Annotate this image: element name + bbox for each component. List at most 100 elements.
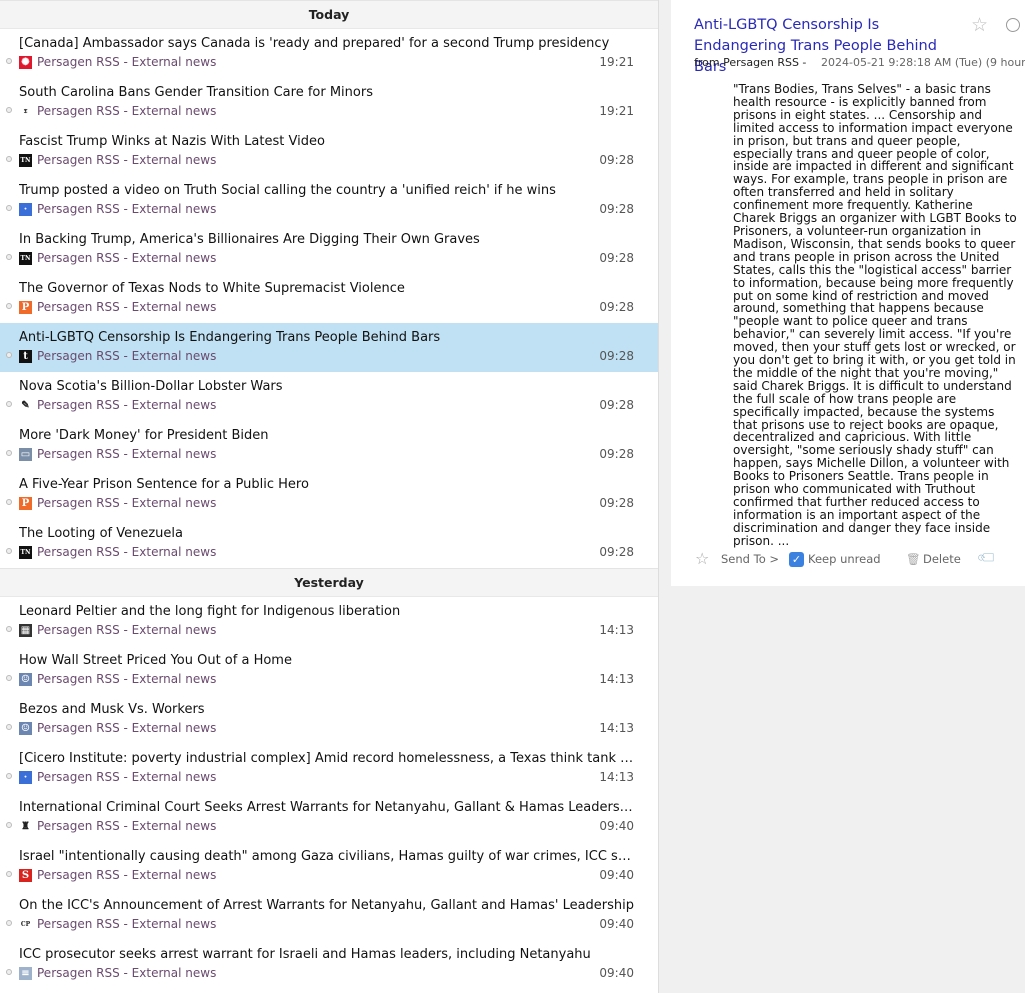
ttn-icon: ▦ <box>19 624 32 637</box>
item-feed: Persagen RSS - External news <box>37 770 217 784</box>
list-item[interactable]: Israel "intentionally causing death" amo… <box>0 842 658 891</box>
tag-icon[interactable]: 🏷 <box>976 546 1000 570</box>
group-header-yesterday: Yesterday <box>0 568 658 597</box>
cbc-icon: ✺ <box>19 56 32 69</box>
unread-dot-icon[interactable] <box>6 920 12 926</box>
list-item[interactable]: [Cicero Institute: poverty industrial co… <box>0 744 658 793</box>
unread-dot-icon[interactable] <box>6 450 12 456</box>
news-icon: ≡ <box>19 967 32 980</box>
item-time: 09:28 <box>599 153 634 167</box>
list-item[interactable]: South Carolina Bans Gender Transition Ca… <box>0 78 658 127</box>
item-time: 19:21 <box>599 55 634 69</box>
list-item[interactable]: The Looting of Venezuela TN Persagen RSS… <box>0 519 658 568</box>
tnr-icon: TN <box>19 154 32 167</box>
unread-dot-icon[interactable] <box>6 107 12 113</box>
red-circle-icon: S <box>19 869 32 882</box>
nyt-icon: 𝕿 <box>19 105 32 118</box>
unread-dot-icon[interactable] <box>6 303 12 309</box>
unread-dot-icon[interactable] <box>6 548 12 554</box>
item-title: Leonard Peltier and the long fight for I… <box>19 604 401 619</box>
tnr-icon: TN <box>19 252 32 265</box>
unread-dot-icon[interactable] <box>6 58 12 64</box>
trash-icon[interactable]: 🗑 <box>906 552 921 566</box>
item-time: 09:28 <box>599 349 634 363</box>
list-item[interactable]: On the ICC's Announcement of Arrest Warr… <box>0 891 658 940</box>
unread-dot-icon[interactable] <box>6 205 12 211</box>
item-time: 09:28 <box>599 496 634 510</box>
truthout-icon: t <box>19 350 32 363</box>
item-time: 09:40 <box>599 917 634 931</box>
keep-unread-checkbox[interactable]: ✓ <box>789 552 804 567</box>
item-feed: Persagen RSS - External news <box>37 55 217 69</box>
item-feed: Persagen RSS - External news <box>37 868 217 882</box>
item-feed: Persagen RSS - External news <box>37 672 217 686</box>
unread-dot-icon[interactable] <box>6 871 12 877</box>
item-feed: Persagen RSS - External news <box>37 349 217 363</box>
list-item[interactable]: ICC prosecutor seeks arrest warrant for … <box>0 940 658 989</box>
item-feed: Persagen RSS - External news <box>37 153 217 167</box>
unread-dot-icon[interactable] <box>6 156 12 162</box>
item-time: 09:28 <box>599 398 634 412</box>
item-feed: Persagen RSS - External news <box>37 721 217 735</box>
tap-icon: P <box>19 301 32 314</box>
item-title: [Canada] Ambassador says Canada is 'read… <box>19 36 610 51</box>
item-feed: Persagen RSS - External news <box>37 623 217 637</box>
list-item[interactable]: International Criminal Court Seeks Arres… <box>0 793 658 842</box>
item-title: International Criminal Court Seeks Arres… <box>19 800 636 815</box>
item-feed: Persagen RSS - External news <box>37 447 217 461</box>
unread-dot-icon[interactable] <box>6 352 12 358</box>
delete-button[interactable]: Delete <box>923 552 961 566</box>
list-item[interactable]: In Backing Trump, America's Billionaires… <box>0 225 658 274</box>
item-title: A Five-Year Prison Sentence for a Public… <box>19 477 309 492</box>
unread-dot-icon[interactable] <box>6 499 12 505</box>
unread-dot-icon[interactable] <box>6 254 12 260</box>
item-title: In Backing Trump, America's Billionaires… <box>19 232 480 247</box>
unread-dot-icon[interactable] <box>6 773 12 779</box>
item-title: The Governor of Texas Nods to White Supr… <box>19 281 405 296</box>
list-item[interactable]: Anti-LGBTQ Censorship Is Endangering Tra… <box>0 323 658 372</box>
mark-read-circle-icon[interactable] <box>1006 18 1020 32</box>
article-source: from Persagen RSS - External news <box>694 56 808 69</box>
list-item[interactable]: How Wall Street Priced You Out of a Home… <box>0 646 658 695</box>
item-feed: Persagen RSS - External news <box>37 251 217 265</box>
star-icon[interactable]: ☆ <box>695 549 709 568</box>
group-header-today: Today <box>0 0 658 29</box>
unread-dot-icon[interactable] <box>6 626 12 632</box>
star-icon[interactable]: ☆ <box>971 14 988 36</box>
list-item[interactable]: [Canada] Ambassador says Canada is 'read… <box>0 29 658 78</box>
unread-dot-icon[interactable] <box>6 401 12 407</box>
nbc-icon: · <box>19 771 32 784</box>
list-item[interactable]: Trump posted a video on Truth Social cal… <box>0 176 658 225</box>
keep-unread-label[interactable]: Keep unread <box>808 552 881 566</box>
item-time: 09:28 <box>599 300 634 314</box>
article-body: "Trans Bodies, Trans Selves" - a basic t… <box>733 82 1017 548</box>
item-feed: Persagen RSS - External news <box>37 104 217 118</box>
tap-icon: P <box>19 497 32 510</box>
list-item[interactable]: A Five-Year Prison Sentence for a Public… <box>0 470 658 519</box>
item-feed: Persagen RSS - External news <box>37 966 217 980</box>
item-time: 14:13 <box>599 770 634 784</box>
portrait-icon: ☺ <box>19 722 32 735</box>
lobster-icon: ✎ <box>19 399 32 412</box>
list-item[interactable]: Bezos and Musk Vs. Workers ☺ Persagen RS… <box>0 695 658 744</box>
list-item[interactable]: Nova Scotia's Billion-Dollar Lobster War… <box>0 372 658 421</box>
cp-icon: CP <box>19 918 32 931</box>
list-item[interactable]: The Governor of Texas Nods to White Supr… <box>0 274 658 323</box>
item-title: Bezos and Musk Vs. Workers <box>19 702 205 717</box>
list-item[interactable]: More 'Dark Money' for President Biden ▭ … <box>0 421 658 470</box>
unread-dot-icon[interactable] <box>6 822 12 828</box>
item-time: 09:28 <box>599 447 634 461</box>
unread-dot-icon[interactable] <box>6 675 12 681</box>
reader-pane: Anti-LGBTQ Censorship Is Endangering Tra… <box>671 0 1025 586</box>
item-title: Anti-LGBTQ Censorship Is Endangering Tra… <box>19 330 441 345</box>
list-item[interactable]: Fascist Trump Winks at Nazis With Latest… <box>0 127 658 176</box>
article-actions: ☆ Send To > ✓ Keep unread 🗑 Delete 🏷 <box>695 546 1025 571</box>
unread-dot-icon[interactable] <box>6 969 12 975</box>
item-title: South Carolina Bans Gender Transition Ca… <box>19 85 373 100</box>
article-list: Today [Canada] Ambassador says Canada is … <box>0 0 659 993</box>
item-feed: Persagen RSS - External news <box>37 917 217 931</box>
unread-dot-icon[interactable] <box>6 724 12 730</box>
list-item[interactable]: Leonard Peltier and the long fight for I… <box>0 597 658 646</box>
send-to-button[interactable]: Send To > <box>721 552 779 566</box>
item-feed: Persagen RSS - External news <box>37 545 217 559</box>
